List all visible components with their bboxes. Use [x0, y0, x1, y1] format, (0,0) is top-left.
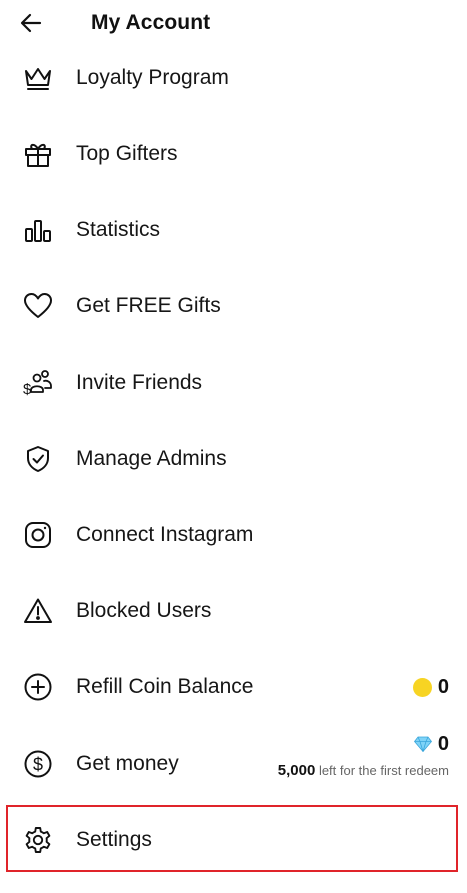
arrow-left-icon: [20, 13, 42, 33]
menu-item-blocked-users[interactable]: Blocked Users: [0, 573, 467, 649]
menu-item-statistics[interactable]: Statistics: [0, 192, 467, 268]
menu-item-get-money[interactable]: $ Get money 0 5,000 left for the first r…: [0, 726, 467, 802]
menu-item-refill-coin-balance[interactable]: Refill Coin Balance 0: [0, 649, 467, 725]
menu-item-label: Connect Instagram: [76, 523, 254, 546]
instagram-icon: [22, 519, 54, 551]
redeem-amount: 5,000: [277, 762, 316, 779]
menu-item-invite-friends[interactable]: $ Invite Friends: [0, 345, 467, 421]
warning-triangle-icon: [22, 595, 54, 627]
back-button[interactable]: [14, 6, 48, 40]
heart-icon: [22, 290, 54, 322]
menu-item-top-gifters[interactable]: Top Gifters: [0, 116, 467, 192]
svg-text:$: $: [33, 755, 43, 775]
dollar-circle-icon: $: [22, 748, 54, 780]
menu-item-label: Loyalty Program: [76, 66, 229, 89]
menu-item-settings[interactable]: Settings: [0, 802, 467, 878]
menu-item-get-free-gifts[interactable]: Get FREE Gifts: [0, 268, 467, 344]
menu-item-label: Get FREE Gifts: [76, 294, 221, 317]
money-balance: 0 5,000 left for the first redeem: [278, 732, 449, 780]
crown-icon: [22, 62, 54, 94]
plus-circle-icon: [22, 671, 54, 703]
menu-item-label: Get money: [76, 752, 179, 775]
coin-balance: 0: [412, 675, 449, 699]
menu-item-loyalty-program[interactable]: Loyalty Program: [0, 40, 467, 116]
menu-item-label: Statistics: [76, 218, 161, 241]
invite-friends-icon: $: [22, 367, 54, 399]
menu-item-label: Settings: [76, 828, 152, 851]
gift-icon: [22, 138, 54, 170]
gear-icon: [22, 824, 54, 856]
page-title: My Account: [91, 11, 211, 34]
menu-item-label: Top Gifters: [76, 142, 178, 165]
redeem-note: 5,000 left for the first redeem: [278, 762, 449, 780]
menu-item-connect-instagram[interactable]: Connect Instagram: [0, 497, 467, 573]
menu-item-label: Manage Admins: [76, 447, 227, 470]
coin-balance-value: 0: [437, 676, 449, 698]
menu-item-label: Blocked Users: [76, 599, 212, 622]
bar-chart-icon: [22, 214, 54, 246]
shield-check-icon: [22, 443, 54, 475]
menu-item-label: Refill Coin Balance: [76, 675, 254, 698]
redeem-text: left for the first redeem: [315, 763, 449, 778]
menu-item-manage-admins[interactable]: Manage Admins: [0, 421, 467, 497]
coin-icon: [412, 677, 432, 697]
menu-item-label: Invite Friends: [76, 371, 203, 394]
diamond-icon: [413, 736, 432, 752]
money-balance-value: 0: [437, 733, 449, 755]
